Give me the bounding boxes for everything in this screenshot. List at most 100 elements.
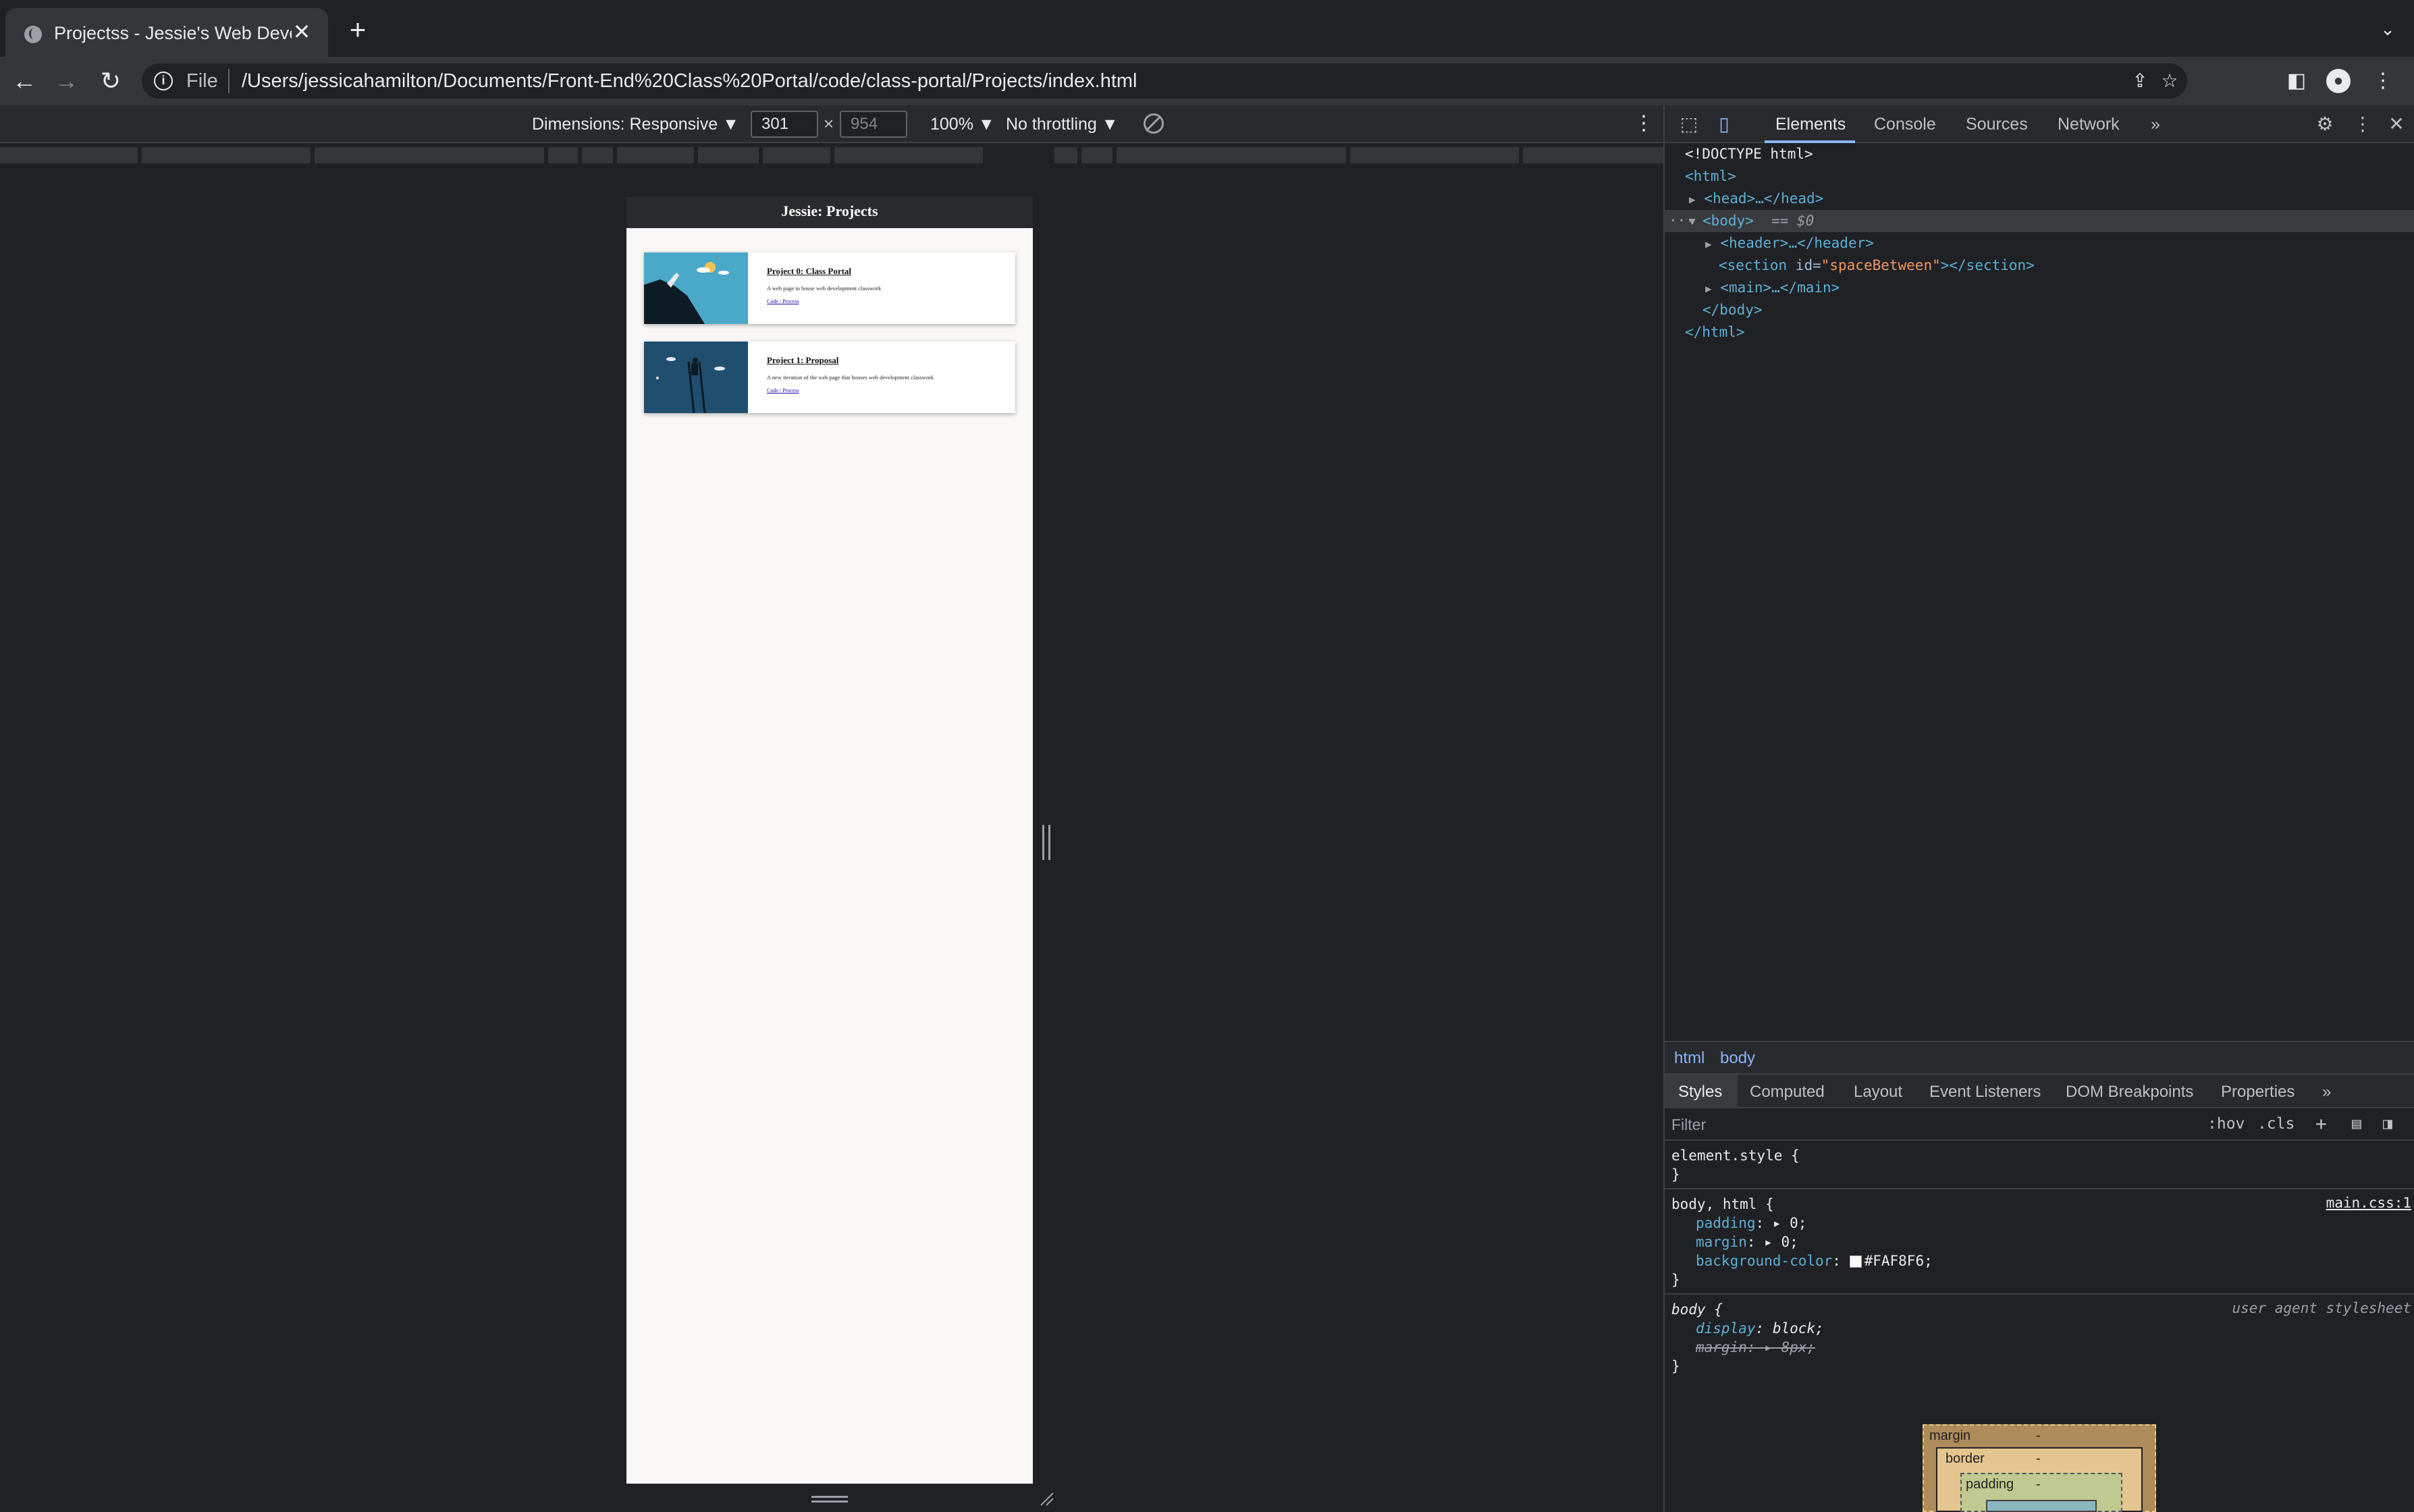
device-toolbar-more-icon[interactable]: ⋮: [1634, 113, 1654, 134]
dom-body-close[interactable]: </body>: [1702, 299, 1763, 321]
dom-main[interactable]: ▶ <main>…</main>: [1705, 277, 1840, 299]
dom-body-selected[interactable]: ··· ▼ <body> == $0: [1665, 210, 2414, 232]
tab-search-chevron-icon[interactable]: ⌄: [2378, 19, 2398, 39]
section-attr-value: "spaceBetween": [1821, 257, 1941, 273]
globe-icon: [24, 26, 42, 43]
boxmodel-content[interactable]: [1986, 1500, 2097, 1512]
tab-console[interactable]: Console: [1874, 113, 1936, 135]
reload-icon[interactable]: ↻: [96, 66, 126, 96]
css-property[interactable]: margin: ▸ 0;: [1696, 1233, 1798, 1251]
more-subtabs-icon[interactable]: »: [2322, 1081, 2331, 1103]
styles-filter-input[interactable]: Filter: [1671, 1114, 2191, 1135]
expand-triangle-icon[interactable]: ▶: [1689, 193, 1696, 206]
rotate-icon[interactable]: [1144, 113, 1164, 134]
rule-source-link[interactable]: main.css:1: [2326, 1195, 2411, 1211]
collapse-triangle-icon[interactable]: ▼: [1689, 210, 1696, 232]
more-tabs-icon[interactable]: »: [2151, 113, 2160, 135]
media-query-segment[interactable]: [1523, 147, 1663, 163]
tab-event-listeners[interactable]: Event Listeners: [1929, 1081, 2041, 1103]
expand-triangle-icon[interactable]: ▶: [1705, 282, 1712, 295]
media-query-segment[interactable]: [315, 147, 544, 163]
media-query-segment[interactable]: [1081, 147, 1112, 163]
css-property[interactable]: display: block;: [1696, 1319, 1824, 1338]
media-query-segment[interactable]: [698, 147, 759, 163]
browser-menu-icon[interactable]: ⋮: [2371, 69, 2395, 93]
close-tab-icon[interactable]: ✕: [290, 20, 313, 43]
css-property[interactable]: background-color: #FAF8F6;: [1696, 1251, 1933, 1270]
dom-tree: <!DOCTYPE html> <html> ▶ <head>…</head> …: [1665, 143, 2414, 1145]
devtools-menu-icon[interactable]: ⋮: [2352, 113, 2373, 135]
dom-html-close[interactable]: </html>: [1685, 321, 1745, 344]
dom-doctype[interactable]: <!DOCTYPE html>: [1685, 143, 1813, 165]
tab-sources[interactable]: Sources: [1966, 113, 2028, 135]
tab-dom-breakpoints[interactable]: DOM Breakpoints: [2066, 1081, 2193, 1103]
paint-roller-icon[interactable]: ▤: [2352, 1115, 2361, 1133]
expand-triangle-icon[interactable]: ▶: [1705, 238, 1712, 250]
tab-properties[interactable]: Properties: [2221, 1081, 2295, 1103]
dom-section[interactable]: <section id="spaceBetween"></section>: [1719, 254, 2035, 277]
rule-close-brace: }: [1671, 1358, 1680, 1374]
header-tag: <header>…</header>: [1720, 235, 1874, 251]
bottom-resize-handle[interactable]: [811, 1496, 848, 1503]
media-query-segment[interactable]: [1054, 147, 1077, 163]
info-icon[interactable]: i: [154, 72, 173, 90]
media-query-segment[interactable]: [142, 147, 311, 163]
tab-elements[interactable]: Elements: [1775, 113, 1846, 135]
media-query-segment[interactable]: [548, 147, 578, 163]
side-panel-icon[interactable]: ◧: [2284, 69, 2309, 93]
page-header: Jessie: Projects: [626, 197, 1033, 228]
css-property-overridden[interactable]: margin: ▸ 8px;: [1696, 1338, 1815, 1357]
throttling-select[interactable]: No throttling ▼: [1006, 113, 1118, 135]
color-swatch[interactable]: [1849, 1256, 1862, 1268]
dimensions-select[interactable]: Dimensions: Responsive ▼: [532, 113, 739, 135]
forward-arrow-icon[interactable]: →: [51, 66, 81, 96]
media-query-segment[interactable]: [763, 147, 830, 163]
class-toggle[interactable]: .cls: [2257, 1115, 2295, 1133]
breadcrumb-body[interactable]: body: [1720, 1049, 1755, 1068]
close-devtools-icon[interactable]: ✕: [2386, 113, 2407, 135]
css-property[interactable]: padding: ▸ 0;: [1696, 1214, 1806, 1233]
back-arrow-icon[interactable]: ←: [9, 66, 39, 96]
inspect-element-icon[interactable]: ⬚: [1678, 113, 1700, 135]
media-query-segment[interactable]: [0, 147, 138, 163]
settings-gear-icon[interactable]: ⚙: [2314, 113, 2336, 135]
hover-state-toggle[interactable]: :hov: [2207, 1115, 2245, 1133]
zoom-select[interactable]: 100% ▼: [930, 113, 995, 135]
project-title[interactable]: Project 1: Proposal: [767, 355, 838, 366]
media-query-segment[interactable]: [1350, 147, 1519, 163]
media-query-segment[interactable]: [834, 147, 983, 163]
project-title[interactable]: Project 0: Class Portal: [767, 266, 851, 277]
element-style-selector[interactable]: element.style {: [1671, 1146, 1800, 1165]
profile-avatar-icon[interactable]: ●: [2326, 69, 2351, 93]
url-text[interactable]: /Users/jessicahamilton/Documents/Front-E…: [242, 70, 1137, 92]
new-rule-plus-icon[interactable]: +: [2315, 1112, 2327, 1135]
project-links[interactable]: Code / Process: [767, 387, 799, 394]
media-query-segment[interactable]: [1117, 147, 1346, 163]
share-icon[interactable]: ⇪: [2129, 70, 2151, 92]
media-query-segment[interactable]: [617, 147, 694, 163]
browser-tab[interactable]: Projectss - Jessie's Web Devel ✕: [5, 8, 328, 57]
corner-resize-handle[interactable]: [1038, 1490, 1054, 1507]
media-query-bar[interactable]: [0, 144, 1663, 166]
tab-network[interactable]: Network: [2058, 113, 2120, 135]
dom-header[interactable]: ▶ <header>…</header>: [1705, 232, 1874, 254]
bookmark-star-icon[interactable]: ☆: [2159, 70, 2180, 92]
tab-computed[interactable]: Computed: [1750, 1081, 1825, 1103]
new-tab-button[interactable]: +: [344, 16, 371, 44]
tab-layout[interactable]: Layout: [1854, 1081, 1902, 1103]
tab-styles[interactable]: Styles: [1678, 1081, 1722, 1103]
toggle-sidebar-icon[interactable]: ◨: [2383, 1115, 2392, 1133]
dom-head[interactable]: ▶ <head>…</head>: [1689, 188, 1823, 210]
project-links[interactable]: Code / Process: [767, 298, 799, 304]
media-query-segment[interactable]: [582, 147, 613, 163]
right-resize-handle[interactable]: [1042, 825, 1050, 860]
dom-html-open[interactable]: <html>: [1685, 165, 1736, 188]
breadcrumb-html[interactable]: html: [1674, 1049, 1705, 1068]
address-bar[interactable]: i File /Users/jessicahamilton/Documents/…: [142, 63, 2187, 99]
tab-strip: Projectss - Jessie's Web Devel ✕ + ⌄: [0, 0, 2414, 57]
rule-selector[interactable]: body {: [1671, 1300, 1723, 1319]
height-input[interactable]: 954: [840, 111, 907, 138]
device-toggle-icon[interactable]: ▯: [1713, 113, 1735, 135]
rule-selector[interactable]: body, html {: [1671, 1195, 1774, 1214]
width-input[interactable]: 301: [751, 111, 818, 138]
